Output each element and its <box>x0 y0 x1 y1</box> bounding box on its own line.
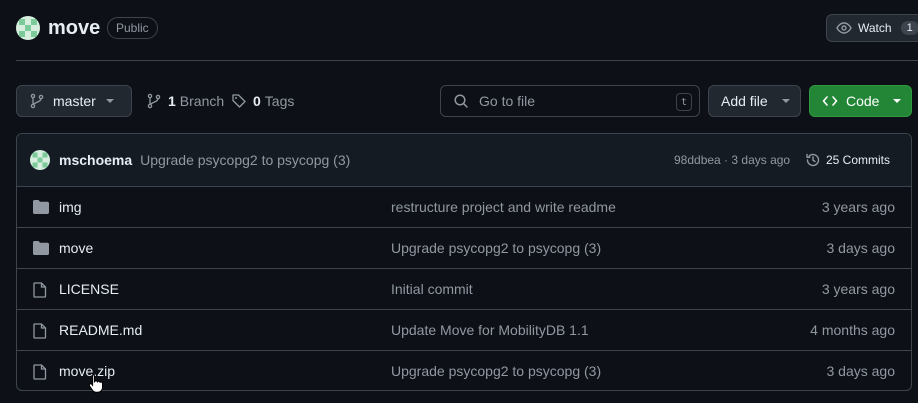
file-row[interactable]: move.zip Upgrade psycopg2 to psycopg (3) 3… <box>17 351 911 390</box>
go-to-file-placeholder: Go to file <box>479 93 536 109</box>
folder-icon <box>33 200 49 214</box>
file-age: 3 days ago <box>826 240 896 256</box>
file-row[interactable]: README.md Update Move for MobilityDB 1.1 4… <box>17 310 911 351</box>
watch-label: Watch <box>858 21 892 35</box>
add-file-label: Add file <box>721 93 768 109</box>
latest-commit-row: mschoema Upgrade psycopg2 to psycopg (3)… <box>17 134 911 187</box>
chevron-down-icon <box>781 99 790 103</box>
search-icon <box>453 93 469 109</box>
code-icon <box>822 93 838 109</box>
add-file-button[interactable]: Add file <box>708 85 801 117</box>
file-name[interactable]: img <box>59 187 82 227</box>
file-row[interactable]: move Upgrade psycopg2 to psycopg (3) 3 day… <box>17 228 911 269</box>
commit-author[interactable]: mschoema <box>59 152 132 168</box>
branch-label: Branch <box>179 93 225 109</box>
file-name[interactable]: LICENSE <box>59 269 119 309</box>
branches-link[interactable]: 1 Branch <box>146 85 224 117</box>
commit-hash-time[interactable]: 98ddbea · 3 days ago <box>674 134 790 186</box>
file-table: mschoema Upgrade psycopg2 to psycopg (3)… <box>16 133 912 391</box>
file-commit-message[interactable]: Upgrade psycopg2 to psycopg (3) <box>391 228 601 268</box>
git-branch-icon <box>29 93 45 109</box>
history-icon <box>805 152 821 168</box>
file-age: 3 days ago <box>826 363 896 379</box>
watch-count: 1 <box>900 21 918 35</box>
code-label: Code <box>846 93 880 109</box>
file-name[interactable]: move <box>59 228 93 268</box>
tags-link[interactable]: 0 Tags <box>231 85 294 117</box>
git-branch-icon <box>146 93 162 109</box>
tag-count: 0 <box>253 93 261 109</box>
folder-icon <box>33 241 49 255</box>
file-icon <box>33 364 47 380</box>
visibility-badge: Public <box>107 17 158 39</box>
commit-message[interactable]: Upgrade psycopg2 to psycopg (3) <box>140 152 350 168</box>
file-age: 3 years ago <box>821 199 895 215</box>
file-commit-message[interactable]: Upgrade psycopg2 to psycopg (3) <box>391 351 601 390</box>
file-icon <box>33 282 47 298</box>
file-age: 4 months ago <box>810 322 895 338</box>
tag-icon <box>231 93 247 109</box>
header-divider <box>16 60 918 61</box>
file-commit-message[interactable]: Update Move for MobilityDB 1.1 <box>391 310 589 350</box>
file-name[interactable]: README.md <box>59 310 142 350</box>
chevron-down-icon <box>105 99 114 103</box>
author-avatar[interactable] <box>30 150 50 170</box>
tag-label: Tags <box>264 93 295 109</box>
file-row[interactable]: img restructure project and write readme 3… <box>17 187 911 228</box>
repo-name[interactable]: move <box>48 15 100 41</box>
commit-count: 25 Commits <box>826 153 891 167</box>
file-commit-message[interactable]: Initial commit <box>391 269 473 309</box>
file-icon <box>33 323 47 339</box>
branch-selector-button[interactable]: master <box>16 85 132 117</box>
repo-avatar <box>16 16 40 40</box>
eye-icon <box>836 20 852 36</box>
file-commit-message[interactable]: restructure project and write readme <box>391 187 616 227</box>
go-to-file-input[interactable]: Go to file t <box>440 85 700 117</box>
shortcut-key: t <box>676 93 692 111</box>
hand-cursor-icon <box>88 373 104 393</box>
watch-button[interactable]: Watch 1 <box>826 14 918 42</box>
file-age: 3 years ago <box>821 281 895 297</box>
code-button[interactable]: Code <box>809 85 912 117</box>
chevron-down-icon <box>893 99 902 103</box>
branch-name: master <box>53 93 96 109</box>
branch-count: 1 <box>168 93 176 109</box>
file-row[interactable]: LICENSE Initial commit 3 years ago <box>17 269 911 310</box>
commits-link[interactable]: 25 Commits <box>805 134 890 186</box>
